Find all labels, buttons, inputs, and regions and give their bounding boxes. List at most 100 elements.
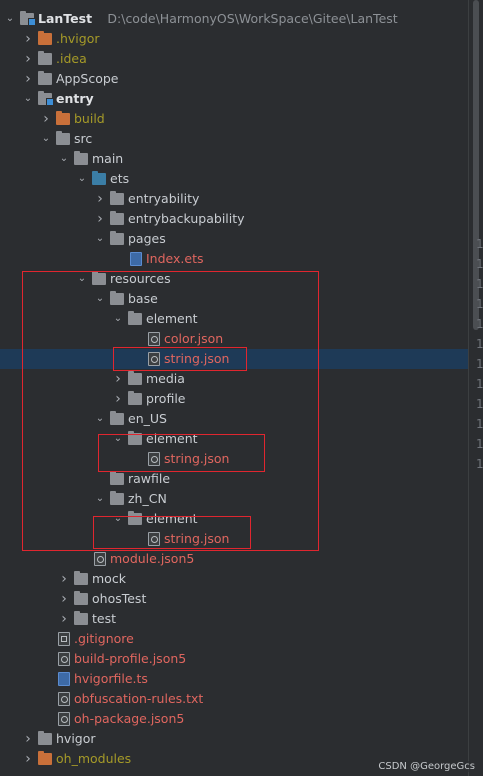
folder-base[interactable]: ⌄ base [0,289,468,309]
folder-idea[interactable]: › .idea [0,49,468,69]
folder-appscope[interactable]: › AppScope [0,69,468,89]
file-git-icon [58,632,70,646]
file-build-profile-json5[interactable]: build-profile.json5 [0,649,468,669]
file-hvigorfile-ts[interactable]: hvigorfile.ts [0,669,468,689]
file-gitignore[interactable]: .gitignore [0,629,468,649]
chevron-down-icon[interactable]: ⌄ [94,229,106,249]
chevron-right-icon[interactable]: › [58,589,70,609]
file-zh-cn-string-json[interactable]: string.json [0,529,468,549]
file-obfuscation-rules-txt[interactable]: obfuscation-rules.txt [0,689,468,709]
folder-en-us-element[interactable]: ⌄ element [0,429,468,449]
chevron-right-icon[interactable]: › [22,729,34,749]
tree-item-label: element [146,511,198,526]
chevron-right-icon[interactable]: › [94,209,106,229]
folder-icon [128,371,142,385]
chevron-down-icon[interactable]: ⌄ [94,489,106,509]
chevron-right-icon[interactable]: › [58,569,70,589]
tree-item-label: ets [110,171,130,186]
chevron-right-icon[interactable]: › [22,69,34,89]
folder-icon [128,511,142,525]
file-base-string-json[interactable]: string.json [0,349,468,369]
chevron-down-icon[interactable]: ⌄ [94,289,106,309]
tree-item-label: .hvigor [56,31,100,46]
folder-ets[interactable]: ⌄ ets [0,169,468,189]
chevron-down-icon[interactable]: ⌄ [58,149,70,169]
chevron-down-icon[interactable]: ⌄ [76,269,88,289]
file-json-icon [58,652,70,666]
file-module-json5[interactable]: module.json5 [0,549,468,569]
file-en-us-string-json[interactable]: string.json [0,449,468,469]
chevron-right-icon[interactable]: › [112,389,124,409]
folder-icon [74,571,88,585]
folder-icon [128,431,142,445]
folder-icon [56,111,70,125]
tree-item-label: media [146,371,185,386]
folder-hvigor[interactable]: › hvigor [0,729,468,749]
tree-item-label: Index.ets [146,251,204,266]
chevron-right-icon[interactable]: › [94,189,106,209]
chevron-down-icon[interactable]: ⌄ [4,9,16,29]
folder-icon [38,751,52,765]
file-oh-package-json5[interactable]: oh-package.json5 [0,709,468,729]
folder-ohostest[interactable]: › ohosTest [0,589,468,609]
folder-resources[interactable]: ⌄ resources [0,269,468,289]
folder-entry[interactable]: ⌄ entry [0,89,468,109]
chevron-down-icon[interactable]: ⌄ [40,129,52,149]
chevron-down-icon[interactable]: ⌄ [112,429,124,449]
tree-item-label: resources [110,271,171,286]
folder-icon [110,491,124,505]
folder-icon [38,51,52,65]
tree-item-label: test [92,611,117,626]
tree-item-label: entrybackupability [128,211,245,226]
tree-item-label: string.json [164,351,230,366]
tree-item-label: ohosTest [92,591,147,606]
project-root-lantest[interactable]: ⌄ LanTest D:\code\HarmonyOS\WorkSpace\Gite… [0,9,468,29]
chevron-down-icon[interactable]: ⌄ [22,89,34,109]
file-index-ets[interactable]: Index.ets [0,249,468,269]
folder-profile[interactable]: › profile [0,389,468,409]
tree-item-label: rawfile [128,471,171,486]
project-path: D:\code\HarmonyOS\WorkSpace\Gitee\LanTes… [107,11,398,26]
folder-media[interactable]: › media [0,369,468,389]
folder-src[interactable]: ⌄ src [0,129,468,149]
folder-icon [110,191,124,205]
tree-item-label: hvigor [56,731,96,746]
chevron-down-icon[interactable]: ⌄ [112,509,124,529]
folder-en-us[interactable]: ⌄ en_US [0,409,468,429]
folder-mock[interactable]: › mock [0,569,468,589]
folder-rawfile[interactable]: rawfile [0,469,468,489]
chevron-right-icon[interactable]: › [40,109,52,129]
chevron-down-icon[interactable]: ⌄ [76,169,88,189]
chevron-right-icon[interactable]: › [112,369,124,389]
file-json-icon [94,552,106,566]
line-number: 1 [476,257,483,271]
tree-item-label: color.json [164,331,224,346]
folder-build[interactable]: › build [0,109,468,129]
folder-hvigor-cache[interactable]: › .hvigor [0,29,468,49]
chevron-right-icon[interactable]: › [22,749,34,769]
chevron-down-icon[interactable]: ⌄ [94,409,106,429]
folder-entryability[interactable]: › entryability [0,189,468,209]
chevron-right-icon[interactable]: › [58,609,70,629]
folder-pages[interactable]: ⌄ pages [0,229,468,249]
chevron-right-icon[interactable]: › [22,49,34,69]
tree-item-label: main [92,151,124,166]
chevron-down-icon[interactable]: ⌄ [112,309,124,329]
folder-zh-cn[interactable]: ⌄ zh_CN [0,489,468,509]
line-number: 1 [476,457,483,471]
tree-item-label: obfuscation-rules.txt [74,691,204,706]
folder-main[interactable]: ⌄ main [0,149,468,169]
watermark: CSDN @GeorgeGcs [376,761,477,772]
folder-entrybackupability[interactable]: › entrybackupability [0,209,468,229]
chevron-right-icon[interactable]: › [22,29,34,49]
folder-test[interactable]: › test [0,609,468,629]
line-number: 1 [476,237,483,251]
folder-icon [128,391,142,405]
file-json-icon [148,532,160,546]
folder-base-element[interactable]: ⌄ element [0,309,468,329]
file-color-json[interactable]: color.json [0,329,468,349]
folder-icon [74,591,88,605]
module-folder-icon [38,91,54,106]
line-number: 1 [476,417,483,431]
folder-zh-cn-element[interactable]: ⌄ element [0,509,468,529]
